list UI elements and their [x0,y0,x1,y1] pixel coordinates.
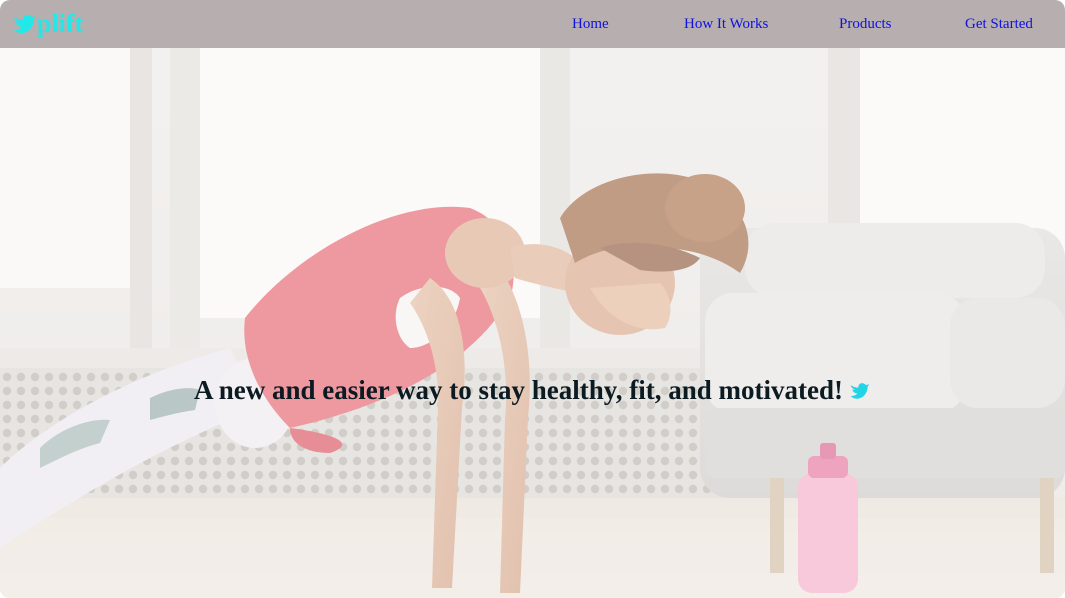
nav-link-get-started[interactable]: Get Started [965,15,1033,33]
brand-name: plift [37,9,84,38]
navbar: plift Home How It Works Products Get Sta… [0,0,1065,48]
brand-logo[interactable]: plift [12,8,83,40]
landing-page: plift Home How It Works Products Get Sta… [0,0,1065,598]
hero-overlay [0,48,1065,598]
bird-icon [14,14,36,34]
hero-headline: A new and easier way to stay healthy, fi… [0,373,1065,407]
nav-link-products[interactable]: Products [839,15,892,33]
bird-icon [850,383,870,399]
nav-link-home[interactable]: Home [572,15,609,33]
nav-link-how-it-works[interactable]: How It Works [684,15,768,33]
hero-headline-text: A new and easier way to stay healthy, fi… [193,375,843,405]
hero-section: A new and easier way to stay healthy, fi… [0,48,1065,598]
